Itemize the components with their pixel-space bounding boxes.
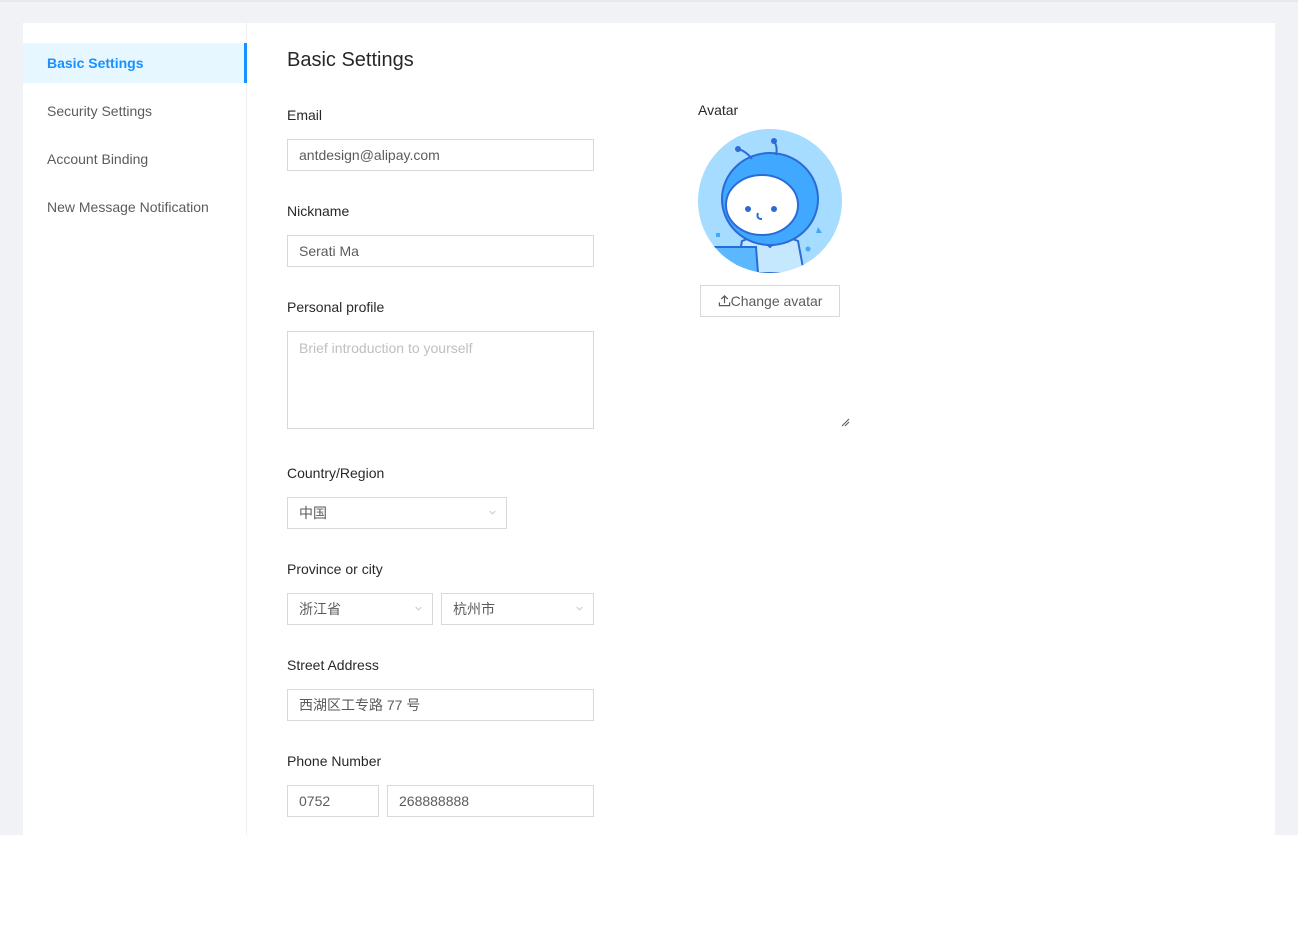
profile-label: Personal profile <box>287 299 385 315</box>
change-avatar-label: Change avatar <box>730 293 823 309</box>
street-address-field[interactable]: 西湖区工专路 77 号 <box>287 689 594 721</box>
country-select-value: 中国 <box>299 505 327 521</box>
avatar <box>698 129 842 273</box>
menu-item-new-message-notification[interactable]: New Message Notification <box>23 187 246 227</box>
city-select[interactable]: 杭州市 <box>441 593 594 625</box>
chevron-down-icon <box>415 606 422 611</box>
province-select[interactable]: 浙江省 <box>287 593 433 625</box>
page-title: Basic Settings <box>287 49 414 71</box>
province-select-value: 浙江省 <box>299 601 341 617</box>
top-divider <box>0 0 1298 2</box>
email-label: Email <box>287 107 323 123</box>
country-select[interactable]: 中国 <box>287 497 507 529</box>
menu-item-security-settings[interactable]: Security Settings <box>23 91 246 131</box>
province-city-label: Province or city <box>287 561 383 577</box>
profile-textarea[interactable]: Brief introduction to yourself <box>287 331 594 429</box>
settings-menu: Basic Settings Security Settings Account… <box>23 23 247 835</box>
phone-number-label: Phone Number <box>287 753 382 769</box>
email-field[interactable]: antdesign@alipay.com <box>287 139 594 171</box>
avatar-label: Avatar <box>698 102 739 118</box>
settings-card: Basic Settings Security Settings Account… <box>23 23 1275 835</box>
upload-icon <box>718 295 730 307</box>
avatar-illustration <box>698 129 842 273</box>
nickname-label: Nickname <box>287 203 350 219</box>
menu-item-basic-settings[interactable]: Basic Settings <box>23 43 247 83</box>
chevron-down-icon <box>576 606 583 611</box>
street-address-label: Street Address <box>287 657 379 673</box>
country-label: Country/Region <box>287 465 385 481</box>
nickname-field[interactable]: Serati Ma <box>287 235 594 267</box>
chevron-down-icon <box>489 510 496 515</box>
resize-grip-icon[interactable] <box>841 418 850 427</box>
phone-number-field[interactable]: 268888888 <box>387 785 594 817</box>
change-avatar-button[interactable]: Change avatar <box>700 285 840 317</box>
city-select-value: 杭州市 <box>453 601 495 617</box>
menu-item-account-binding[interactable]: Account Binding <box>23 139 246 179</box>
phone-area-code-field[interactable]: 0752 <box>287 785 379 817</box>
